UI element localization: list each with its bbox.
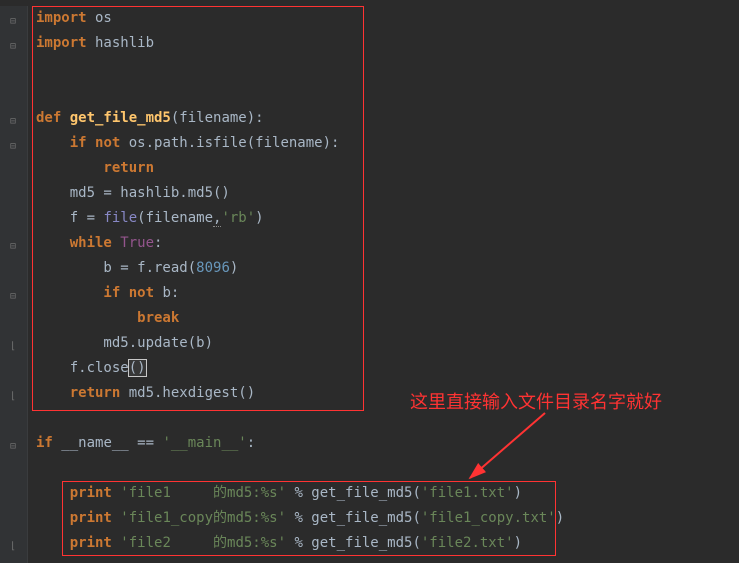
code-line: while True: bbox=[36, 231, 739, 256]
fold-icon[interactable]: ⊟ bbox=[6, 114, 20, 128]
fold-icon[interactable]: ⊟ bbox=[6, 39, 20, 53]
annotation-text: 这里直接输入文件目录名字就好 bbox=[410, 388, 662, 414]
code-line: md5 = hashlib.md5() bbox=[36, 181, 739, 206]
fold-icon[interactable]: ⊟ bbox=[6, 439, 20, 453]
fold-icon[interactable]: ⊟ bbox=[6, 139, 20, 153]
gutter: ⊟ ⊟ ⊟ ⊟ ⊟ ⊟ ⌊ ⌊ ⊟ ⌊ bbox=[0, 6, 28, 563]
code-line: print 'file1_copy的md5:%s' % get_file_md5… bbox=[36, 506, 739, 531]
code-line: import os bbox=[36, 6, 739, 31]
code-area[interactable]: import os import hashlib def get_file_md… bbox=[28, 6, 739, 563]
fold-icon[interactable]: ⊟ bbox=[6, 289, 20, 303]
fold-end-icon: ⌊ bbox=[6, 389, 20, 403]
code-line: f = file(filename,'rb') bbox=[36, 206, 739, 231]
code-line: return bbox=[36, 156, 739, 181]
fold-icon[interactable]: ⊟ bbox=[6, 239, 20, 253]
code-line: def get_file_md5(filename): bbox=[36, 106, 739, 131]
code-line: if __name__ == '__main__': bbox=[36, 431, 739, 456]
code-line: print 'file1 的md5:%s' % get_file_md5('fi… bbox=[36, 481, 739, 506]
code-line: break bbox=[36, 306, 739, 331]
fold-end-icon: ⌊ bbox=[6, 339, 20, 353]
code-line: md5.update(b) bbox=[36, 331, 739, 356]
code-line bbox=[36, 56, 739, 81]
code-editor[interactable]: ⊟ ⊟ ⊟ ⊟ ⊟ ⊟ ⌊ ⌊ ⊟ ⌊ import os import has… bbox=[0, 0, 739, 563]
code-line: if not b: bbox=[36, 281, 739, 306]
code-line: b = f.read(8096) bbox=[36, 256, 739, 281]
code-line bbox=[36, 81, 739, 106]
fold-icon[interactable]: ⊟ bbox=[6, 14, 20, 28]
code-line: import hashlib bbox=[36, 31, 739, 56]
code-line: if not os.path.isfile(filename): bbox=[36, 131, 739, 156]
code-line: print 'file2 的md5:%s' % get_file_md5('fi… bbox=[36, 531, 739, 556]
code-line: f.close() bbox=[36, 356, 739, 381]
code-line bbox=[36, 456, 739, 481]
fold-end-icon: ⌊ bbox=[6, 539, 20, 553]
